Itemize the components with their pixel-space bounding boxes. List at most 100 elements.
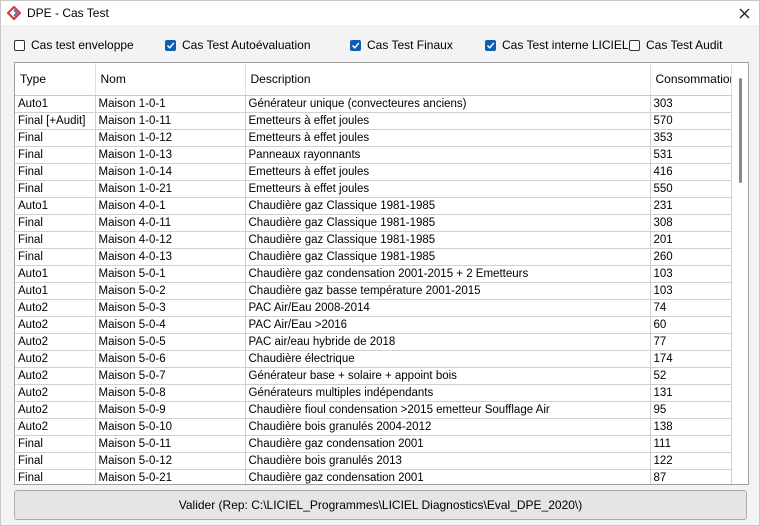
table-row[interactable]: Final Maison 4-0-11 Chaudière gaz Classiqu… bbox=[15, 214, 732, 232]
cell-consommation: 174 bbox=[650, 350, 732, 368]
filter-cas-test-enveloppe[interactable]: Cas test enveloppe bbox=[14, 35, 134, 55]
cell-consommation: 52 bbox=[650, 367, 732, 385]
table-row[interactable]: Auto2 Maison 5-0-5 PAC air/eau hybride de … bbox=[15, 333, 732, 351]
checkbox-cas-test-enveloppe[interactable] bbox=[14, 39, 25, 51]
cell-consommation: 103 bbox=[650, 282, 732, 300]
cell-nom: Maison 5-0-2 bbox=[95, 282, 246, 300]
table-row[interactable]: Auto2 Maison 5-0-3 PAC Air/Eau 2008-2014 74 bbox=[15, 299, 732, 317]
filter-cas-test-interne-liciel[interactable]: Cas Test interne LICIEL bbox=[485, 35, 629, 55]
table-row[interactable]: Final Maison 4-0-12 Chaudière gaz Classiqu… bbox=[15, 231, 732, 249]
table-row[interactable]: Final Maison 1-0-21 Emetteurs à effet joul… bbox=[15, 180, 732, 198]
cell-consommation: 60 bbox=[650, 316, 732, 334]
column-header-type[interactable]: Type bbox=[15, 63, 96, 96]
checkbox-cas-test-finaux[interactable] bbox=[350, 39, 361, 51]
cell-nom: Maison 4-0-1 bbox=[95, 197, 246, 215]
table-row[interactable]: Final Maison 1-0-13 Panneaux rayonnants 531 bbox=[15, 146, 732, 164]
filter-label: Cas Test Finaux bbox=[367, 38, 453, 52]
table-row[interactable]: Auto2 Maison 5-0-6 Chaudière électrique 174 bbox=[15, 350, 732, 368]
checkbox-cas-test-autoevaluation[interactable] bbox=[165, 39, 176, 51]
scrollbar-thumb[interactable] bbox=[739, 78, 742, 183]
cell-description: Chaudière gaz condensation 2001-2015 + 2… bbox=[245, 265, 651, 283]
table-row[interactable]: Auto2 Maison 5-0-4 PAC Air/Eau >2016 60 bbox=[15, 316, 732, 334]
table-row[interactable]: Auto1 Maison 1-0-1 Générateur unique (conv… bbox=[15, 95, 732, 113]
cell-type: Auto1 bbox=[15, 197, 96, 215]
table-row[interactable]: Final Maison 5-0-21 Chaudière gaz condensa… bbox=[15, 469, 732, 484]
cell-consommation: 95 bbox=[650, 401, 732, 419]
cas-test-grid[interactable]: Type Nom Description Consommation Auto1 M… bbox=[14, 62, 749, 485]
close-button[interactable] bbox=[729, 1, 759, 25]
table-header-row: Type Nom Description Consommation bbox=[15, 63, 732, 96]
column-header-nom[interactable]: Nom bbox=[95, 63, 246, 96]
vertical-scrollbar[interactable] bbox=[732, 63, 748, 484]
cell-nom: Maison 1-0-12 bbox=[95, 129, 246, 147]
checkbox-cas-test-interne-liciel[interactable] bbox=[485, 39, 496, 51]
column-header-description[interactable]: Description bbox=[245, 63, 651, 96]
table-row[interactable]: Final [+Audit] Maison 1-0-11 Emetteurs à e… bbox=[15, 112, 732, 130]
cell-consommation: 231 bbox=[650, 197, 732, 215]
cell-nom: Maison 5-0-6 bbox=[95, 350, 246, 368]
table-row[interactable]: Auto1 Maison 4-0-1 Chaudière gaz Classique… bbox=[15, 197, 732, 215]
cell-description: Générateur base + solaire + appoint bois bbox=[245, 367, 651, 385]
cell-description: Chaudière gaz Classique 1981-1985 bbox=[245, 231, 651, 249]
cell-consommation: 416 bbox=[650, 163, 732, 181]
validate-button[interactable]: Valider (Rep: C:\LICIEL_Programmes\LICIE… bbox=[14, 490, 747, 520]
cell-description: Chaudière fioul condensation >2015 emett… bbox=[245, 401, 651, 419]
cell-nom: Maison 4-0-11 bbox=[95, 214, 246, 232]
cell-consommation: 201 bbox=[650, 231, 732, 249]
filter-cas-test-audit[interactable]: Cas Test Audit bbox=[629, 35, 723, 55]
table-row[interactable]: Final Maison 1-0-12 Emetteurs à effet joul… bbox=[15, 129, 732, 147]
cell-type: Final bbox=[15, 435, 96, 453]
cell-description: Chaudière gaz Classique 1981-1985 bbox=[245, 248, 651, 266]
table-row[interactable]: Auto2 Maison 5-0-9 Chaudière fioul condens… bbox=[15, 401, 732, 419]
cell-nom: Maison 5-0-4 bbox=[95, 316, 246, 334]
table-row[interactable]: Final Maison 5-0-12 Chaudière bois granulé… bbox=[15, 452, 732, 470]
filter-label: Cas Test Audit bbox=[646, 38, 723, 52]
cell-type: Final bbox=[15, 214, 96, 232]
cell-type: Auto2 bbox=[15, 401, 96, 419]
table-row[interactable]: Auto2 Maison 5-0-10 Chaudière bois granulé… bbox=[15, 418, 732, 436]
table-row[interactable]: Auto1 Maison 5-0-2 Chaudière gaz basse tem… bbox=[15, 282, 732, 300]
filter-cas-test-finaux[interactable]: Cas Test Finaux bbox=[350, 35, 453, 55]
cas-test-table: Type Nom Description Consommation Auto1 M… bbox=[15, 63, 732, 484]
column-header-consommation[interactable]: Consommation bbox=[650, 63, 732, 96]
cell-consommation: 138 bbox=[650, 418, 732, 436]
cell-consommation: 303 bbox=[650, 95, 732, 113]
table-row[interactable]: Final Maison 5-0-11 Chaudière gaz condensa… bbox=[15, 435, 732, 453]
cell-consommation: 570 bbox=[650, 112, 732, 130]
table-row[interactable]: Final Maison 4-0-13 Chaudière gaz Classiqu… bbox=[15, 248, 732, 266]
cell-description: Chaudière électrique bbox=[245, 350, 651, 368]
table-row[interactable]: Auto2 Maison 5-0-8 Générateurs multiples i… bbox=[15, 384, 732, 402]
cell-type: Auto1 bbox=[15, 282, 96, 300]
cell-type: Final bbox=[15, 180, 96, 198]
cell-nom: Maison 1-0-13 bbox=[95, 146, 246, 164]
checkbox-cas-test-audit[interactable] bbox=[629, 39, 640, 51]
cell-description: Chaudière bois granulés 2004-2012 bbox=[245, 418, 651, 436]
cell-description: PAC air/eau hybride de 2018 bbox=[245, 333, 651, 351]
cell-description: Générateurs multiples indépendants bbox=[245, 384, 651, 402]
cell-description: Emetteurs à effet joules bbox=[245, 163, 651, 181]
table-row[interactable]: Auto2 Maison 5-0-7 Générateur base + solai… bbox=[15, 367, 732, 385]
cell-description: Chaudière gaz Classique 1981-1985 bbox=[245, 214, 651, 232]
filter-cas-test-autoevaluation[interactable]: Cas Test Autoévaluation bbox=[165, 35, 311, 55]
cell-type: Final bbox=[15, 231, 96, 249]
cell-type: Final bbox=[15, 248, 96, 266]
dialog-window: DPE - Cas Test Cas test enveloppe Cas Te… bbox=[0, 0, 760, 526]
close-icon bbox=[739, 8, 749, 18]
cell-nom: Maison 5-0-8 bbox=[95, 384, 246, 402]
cell-description: Générateur unique (convecteures anciens) bbox=[245, 95, 651, 113]
cell-consommation: 550 bbox=[650, 180, 732, 198]
cell-consommation: 122 bbox=[650, 452, 732, 470]
cell-description: Emetteurs à effet joules bbox=[245, 129, 651, 147]
cell-consommation: 77 bbox=[650, 333, 732, 351]
cell-nom: Maison 5-0-21 bbox=[95, 469, 246, 484]
filter-label: Cas Test interne LICIEL bbox=[502, 38, 629, 52]
cell-nom: Maison 5-0-7 bbox=[95, 367, 246, 385]
cell-consommation: 87 bbox=[650, 469, 732, 484]
table-row[interactable]: Auto1 Maison 5-0-1 Chaudière gaz condensat… bbox=[15, 265, 732, 283]
cell-nom: Maison 5-0-9 bbox=[95, 401, 246, 419]
cell-description: PAC Air/Eau 2008-2014 bbox=[245, 299, 651, 317]
table-row[interactable]: Final Maison 1-0-14 Emetteurs à effet joul… bbox=[15, 163, 732, 181]
cell-type: Auto2 bbox=[15, 299, 96, 317]
cell-description: Emetteurs à effet joules bbox=[245, 180, 651, 198]
cell-nom: Maison 1-0-1 bbox=[95, 95, 246, 113]
